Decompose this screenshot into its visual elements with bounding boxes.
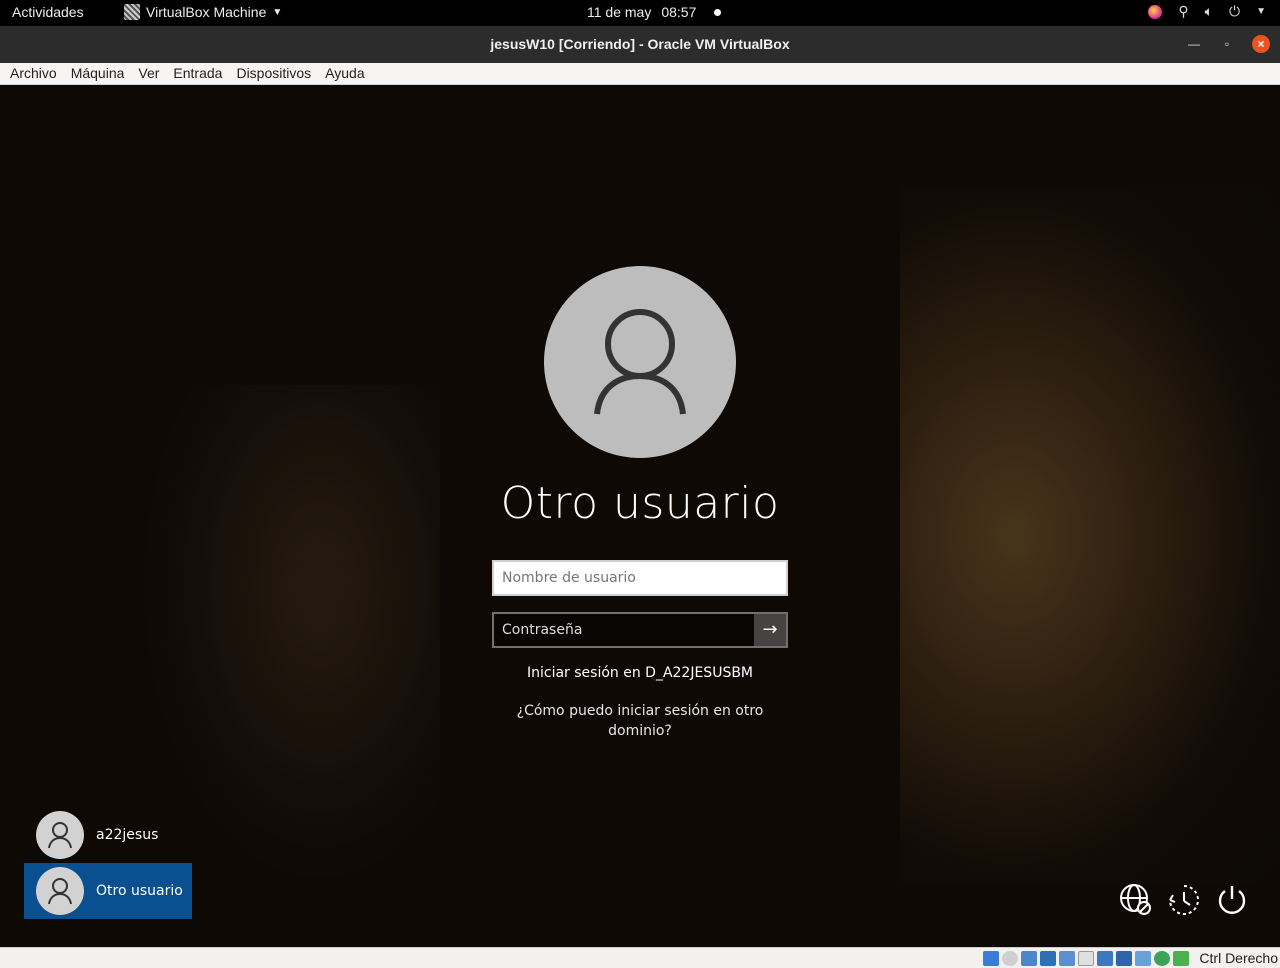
chevron-down-icon: ▼ [272, 6, 283, 18]
clock[interactable]: 11 de may 08:57 [587, 4, 722, 20]
virtualbox-app-icon [124, 4, 140, 20]
clock-date: 11 de may [587, 4, 652, 20]
volume-icon[interactable]: 🔈︎ [1205, 3, 1213, 20]
user-tile-label: a22jesus [96, 827, 159, 843]
mouse-integration-icon[interactable] [1173, 951, 1189, 966]
power-icon[interactable] [1215, 883, 1249, 917]
system-tray[interactable]: ⚲ 🔈︎ ⏻ ▼ [1148, 3, 1266, 20]
user-avatar [544, 266, 736, 458]
window-title-bar[interactable]: jesusW10 [Corriendo] - Oracle VM Virtual… [0, 26, 1280, 63]
other-domain-link[interactable]: ¿Cómo puedo iniciar sesión en otro domin… [515, 701, 765, 741]
audio-icon[interactable] [1021, 951, 1037, 966]
close-button[interactable]: × [1252, 35, 1270, 53]
recording-icon[interactable] [1116, 951, 1132, 966]
shared-folder-icon[interactable] [1078, 951, 1094, 966]
clock-time: 08:57 [661, 4, 697, 20]
username-input[interactable] [492, 560, 788, 596]
ubuntu-top-bar: Actividades VirtualBox Machine ▼ 11 de m… [0, 0, 1280, 26]
notification-dot-icon [714, 8, 722, 16]
minimize-button[interactable]: — [1185, 35, 1203, 53]
app-menu-label: VirtualBox Machine [146, 4, 267, 20]
device-indicators [983, 951, 1189, 966]
chevron-down-icon[interactable]: ▼ [1256, 6, 1266, 17]
hard-disk-icon[interactable] [983, 951, 999, 966]
menu-maquina[interactable]: Máquina [64, 63, 132, 84]
vm-status-bar: Ctrl Derecho [0, 947, 1280, 968]
user-avatar-small [36, 811, 84, 859]
optical-drive-icon[interactable] [1002, 951, 1018, 966]
maximize-button[interactable]: ▫ [1218, 35, 1236, 53]
menu-dispositivos[interactable]: Dispositivos [229, 63, 318, 84]
arrow-right-icon: → [762, 619, 778, 640]
network-icon[interactable]: ⚲ [1178, 3, 1188, 20]
user-tile-label: Otro usuario [96, 883, 183, 899]
network-icon[interactable] [1119, 883, 1153, 917]
firefox-icon[interactable] [1148, 4, 1163, 19]
user-tile-a22jesus[interactable]: a22jesus [24, 807, 192, 863]
menu-ver[interactable]: Ver [131, 63, 166, 84]
user-tile-otro-usuario[interactable]: Otro usuario [24, 863, 192, 919]
user-icon [48, 822, 72, 849]
window-title: jesusW10 [Corriendo] - Oracle VM Virtual… [490, 36, 790, 52]
selected-user-name: Otro usuario [500, 478, 780, 529]
menu-archivo[interactable]: Archivo [3, 63, 64, 84]
vm-display[interactable]: Otro usuario → Iniciar sesión en D_A22JE… [0, 85, 1280, 947]
display-icon[interactable] [1097, 951, 1113, 966]
power-icon[interactable]: ⏻ [1229, 3, 1240, 20]
usb-icon[interactable] [1059, 951, 1075, 966]
user-icon [594, 309, 686, 415]
password-field-container: → [492, 612, 788, 648]
vt-icon[interactable] [1154, 951, 1170, 966]
submit-arrow-button[interactable]: → [754, 614, 786, 646]
app-menu[interactable]: VirtualBox Machine ▼ [124, 4, 282, 20]
sign-in-domain-text: Iniciar sesión en D_A22JESUSBM [526, 665, 754, 681]
ease-of-access-icon[interactable] [1167, 883, 1201, 917]
network-adapter-icon[interactable] [1040, 951, 1056, 966]
host-key-label: Ctrl Derecho [1199, 950, 1278, 966]
menu-bar: Archivo Máquina Ver Entrada Dispositivos… [0, 63, 1280, 85]
menu-entrada[interactable]: Entrada [166, 63, 229, 84]
menu-ayuda[interactable]: Ayuda [318, 63, 371, 84]
user-icon [48, 878, 72, 905]
activities-button[interactable]: Actividades [12, 4, 84, 20]
username-field-container [492, 560, 788, 596]
user-avatar-small [36, 867, 84, 915]
cpu-icon[interactable] [1135, 951, 1151, 966]
password-input[interactable] [492, 612, 788, 648]
